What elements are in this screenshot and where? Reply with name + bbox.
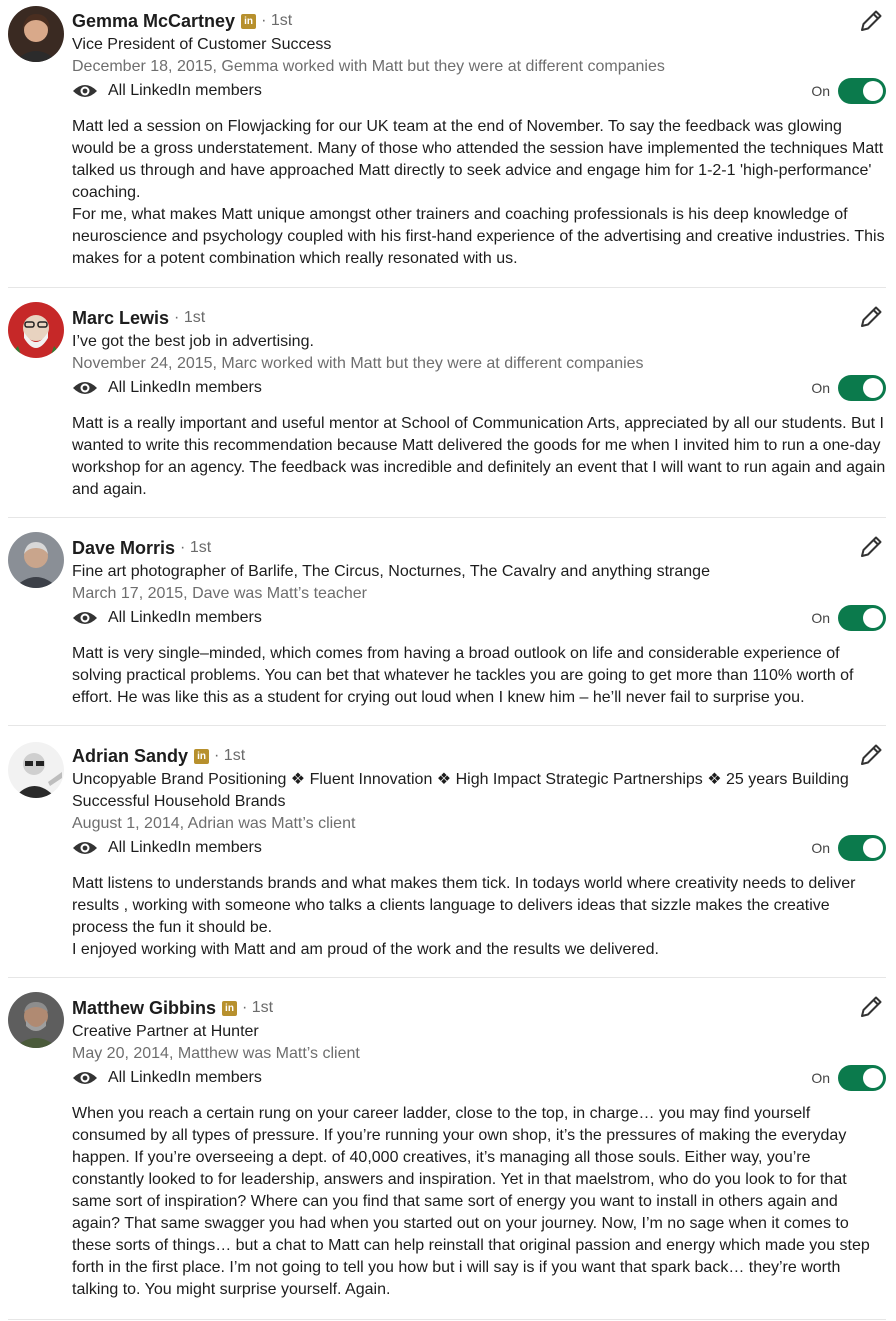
- visibility-row: All LinkedIn members On: [72, 605, 886, 631]
- recommendation-text: When you reach a certain rung on your ca…: [72, 1105, 870, 1298]
- recommendation-item: Matthew Gibbins in · 1st Creative Partne…: [8, 978, 886, 1320]
- avatar[interactable]: [8, 992, 64, 1048]
- eye-icon: [73, 612, 97, 624]
- linkedin-premium-icon: in: [194, 748, 210, 764]
- visibility-row: All LinkedIn members On: [72, 78, 886, 104]
- toggle-state-label: On: [811, 840, 830, 856]
- recommendation-item: Adrian Sandy in · 1st Uncopyable Brand P…: [8, 726, 886, 978]
- recommender-name[interactable]: Adrian Sandy: [72, 743, 188, 769]
- recommender-headline: Uncopyable Brand Positioning ❖ Fluent In…: [72, 771, 849, 810]
- linkedin-premium-icon: in: [222, 1000, 237, 1016]
- visibility-toggle[interactable]: [838, 1065, 886, 1091]
- recommendation-item: Marc Lewis · 1st I’ve got the best job i…: [8, 288, 886, 518]
- name-line: Adrian Sandy in · 1st: [72, 743, 886, 769]
- eye-icon: [73, 85, 97, 97]
- recommendation-text: Matt listens to understands brands and w…: [72, 875, 856, 958]
- avatar[interactable]: [8, 302, 64, 358]
- recommendation-date: December 18, 2015, Gemma worked with Mat…: [72, 58, 665, 75]
- recommender-name[interactable]: Marc Lewis: [72, 305, 169, 331]
- toggle-knob: [863, 838, 883, 858]
- connection-degree: · 1st: [180, 539, 212, 556]
- toggle-state-label: On: [811, 83, 830, 99]
- toggle-state-label: On: [811, 380, 830, 396]
- linkedin-premium-icon: in: [241, 13, 257, 29]
- recommendation-date: May 20, 2014, Matthew was Matt’s client: [72, 1045, 360, 1062]
- visibility-label: All LinkedIn members: [108, 839, 262, 856]
- recommendation-text: Matt is a really important and useful me…: [72, 415, 886, 498]
- visibility-toggle[interactable]: [838, 78, 886, 104]
- visibility-row: All LinkedIn members On: [72, 1065, 886, 1091]
- name-line: Marc Lewis · 1st: [72, 305, 886, 331]
- recommendation-text: Matt led a session on Flowjacking for ou…: [72, 118, 885, 267]
- connection-degree: · 1st: [214, 747, 246, 764]
- recommender-headline: Creative Partner at Hunter: [72, 1023, 259, 1040]
- recommendation-item: Dave Morris · 1st Fine art photographer …: [8, 518, 886, 726]
- visibility-row: All LinkedIn members On: [72, 375, 886, 401]
- visibility-toggle[interactable]: [838, 835, 886, 861]
- edit-pencil-icon[interactable]: [858, 534, 884, 560]
- toggle-state-label: On: [811, 1070, 830, 1086]
- avatar[interactable]: [8, 6, 64, 62]
- name-line: Gemma McCartney in · 1st: [72, 8, 886, 34]
- recommendation-date: March 17, 2015, Dave was Matt’s teacher: [72, 585, 367, 602]
- recommender-headline: Fine art photographer of Barlife, The Ci…: [72, 563, 710, 580]
- visibility-label: All LinkedIn members: [108, 82, 262, 99]
- visibility-row: All LinkedIn members On: [72, 835, 886, 861]
- recommendation-date: August 1, 2014, Adrian was Matt’s client: [72, 815, 356, 832]
- connection-degree: · 1st: [174, 309, 206, 326]
- recommender-headline: Vice President of Customer Success: [72, 36, 332, 53]
- edit-pencil-icon[interactable]: [858, 742, 884, 768]
- visibility-toggle[interactable]: [838, 605, 886, 631]
- eye-icon: [73, 382, 97, 394]
- recommendation-text: Matt is very single–minded, which comes …: [72, 645, 854, 706]
- toggle-knob: [863, 81, 883, 101]
- connection-degree: · 1st: [261, 12, 293, 29]
- connection-degree: · 1st: [242, 999, 274, 1016]
- edit-pencil-icon[interactable]: [858, 994, 884, 1020]
- visibility-toggle[interactable]: [838, 375, 886, 401]
- recommender-headline: I’ve got the best job in advertising.: [72, 333, 314, 350]
- eye-icon: [73, 842, 97, 854]
- edit-pencil-icon[interactable]: [858, 8, 884, 34]
- name-line: Dave Morris · 1st: [72, 535, 886, 561]
- visibility-label: All LinkedIn members: [108, 379, 262, 396]
- visibility-label: All LinkedIn members: [108, 1069, 262, 1086]
- recommender-name[interactable]: Dave Morris: [72, 535, 175, 561]
- toggle-knob: [863, 378, 883, 398]
- toggle-knob: [863, 1068, 883, 1088]
- toggle-knob: [863, 608, 883, 628]
- avatar[interactable]: [8, 532, 64, 588]
- toggle-state-label: On: [811, 610, 830, 626]
- recommendation-date: November 24, 2015, Marc worked with Matt…: [72, 355, 644, 372]
- edit-pencil-icon[interactable]: [858, 304, 884, 330]
- recommender-name[interactable]: Matthew Gibbins: [72, 995, 216, 1021]
- avatar[interactable]: [8, 742, 64, 798]
- visibility-label: All LinkedIn members: [108, 609, 262, 626]
- eye-icon: [73, 1072, 97, 1084]
- recommendation-item: Gemma McCartney in · 1st Vice President …: [8, 0, 886, 288]
- name-line: Matthew Gibbins in · 1st: [72, 995, 886, 1021]
- recommender-name[interactable]: Gemma McCartney: [72, 8, 235, 34]
